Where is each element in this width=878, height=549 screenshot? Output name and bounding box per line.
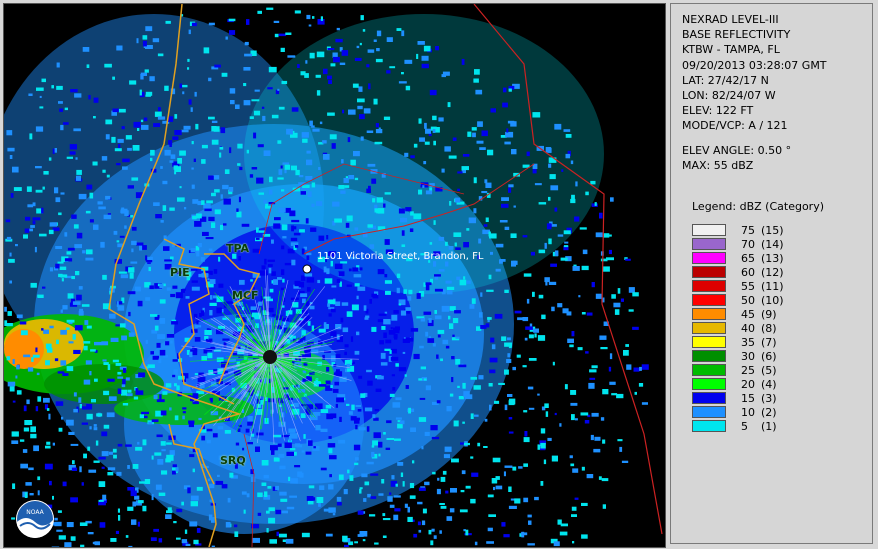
legend-category: (7) [761, 335, 777, 349]
legend-dbz: 15 [741, 391, 755, 405]
scan-datetime: 09/20/2013 03:28:07 GMT [682, 58, 827, 72]
legend-category: (14) [761, 237, 784, 251]
legend-category: (9) [761, 307, 777, 321]
legend-dbz: 75 [741, 223, 755, 237]
legend-row: 70 (14) [692, 237, 784, 251]
legend-dbz: 5 [741, 419, 748, 433]
legend-swatch [692, 420, 726, 432]
legend-dbz: 60 [741, 265, 755, 279]
legend-category: (15) [761, 223, 784, 237]
legend-category: (8) [761, 321, 777, 335]
city-label-pie: PIE [170, 266, 190, 279]
legend-row: 40 (8) [692, 321, 784, 335]
station-info: NEXRAD LEVEL-III BASE REFLECTIVITY KTBW … [682, 12, 827, 173]
legend-category: (2) [761, 405, 777, 419]
legend-row: 30 (6) [692, 349, 784, 363]
legend-dbz: 65 [741, 251, 755, 265]
legend-dbz: 25 [741, 363, 755, 377]
legend-swatch [692, 322, 726, 334]
legend-row: 10 (2) [692, 405, 784, 419]
legend-category: (5) [761, 363, 777, 377]
legend-dbz: 40 [741, 321, 755, 335]
legend-category: (10) [761, 293, 784, 307]
station-lon: LON: 82/24/07 W [682, 89, 776, 103]
city-label-tpa: TPA [226, 242, 250, 255]
legend-row: 45 (9) [692, 307, 784, 321]
radar-image [4, 4, 663, 547]
legend-row: 25 (5) [692, 363, 784, 377]
legend-row: 75 (15) [692, 223, 784, 237]
info-panel: NEXRAD LEVEL-III BASE REFLECTIVITY KTBW … [670, 3, 873, 544]
legend-swatch [692, 392, 726, 404]
city-label-srq: SRQ [220, 454, 246, 467]
legend-swatch [692, 406, 726, 418]
legend-dbz: 35 [741, 335, 755, 349]
legend-row: 5 (1) [692, 419, 784, 433]
legend-dbz: 55 [741, 279, 755, 293]
legend-category: (11) [761, 279, 784, 293]
station-name: KTBW - TAMPA, FL [682, 43, 780, 57]
city-label-mcf: MCF [232, 289, 259, 302]
legend-swatch [692, 350, 726, 362]
legend-swatch [692, 224, 726, 236]
station-lat: LAT: 27/42/17 N [682, 73, 769, 87]
legend-swatch [692, 266, 726, 278]
legend-dbz: 70 [741, 237, 755, 251]
product-type: BASE REFLECTIVITY [682, 28, 791, 42]
legend-category: (1) [761, 419, 777, 433]
legend-row: 15 (3) [692, 391, 784, 405]
legend-dbz: 45 [741, 307, 755, 321]
address-marker[interactable] [302, 264, 312, 274]
station-mode: MODE/VCP: A / 121 [682, 119, 788, 133]
legend-category: (12) [761, 265, 784, 279]
legend-dbz: 10 [741, 405, 755, 419]
legend-title: Legend: dBZ (Category) [692, 200, 824, 213]
legend-swatch [692, 294, 726, 306]
noaa-logo-text: NOAA [26, 509, 44, 516]
product-name: NEXRAD LEVEL-III [682, 13, 779, 26]
noaa-logo: NOAA [16, 500, 54, 538]
legend-row: 50 (10) [692, 293, 784, 307]
address-label: 1101 Victoria Street, Brandon, FL [317, 251, 484, 262]
legend-swatch [692, 280, 726, 292]
max-dbz: MAX: 55 dBZ [682, 158, 754, 172]
legend-swatch [692, 238, 726, 250]
legend-dbz: 50 [741, 293, 755, 307]
legend-row: 60 (12) [692, 265, 784, 279]
legend-swatch [692, 364, 726, 376]
legend-category: (6) [761, 349, 777, 363]
legend-swatch [692, 308, 726, 320]
legend-dbz: 30 [741, 349, 755, 363]
legend-row: 20 (4) [692, 377, 784, 391]
legend-category: (3) [761, 391, 777, 405]
legend-row: 65 (13) [692, 251, 784, 265]
legend-category: (4) [761, 377, 777, 391]
legend-category: (13) [761, 251, 784, 265]
legend-swatch [692, 378, 726, 390]
legend-row: 35 (7) [692, 335, 784, 349]
legend-swatch [692, 252, 726, 264]
legend-row: 55 (11) [692, 279, 784, 293]
legend-swatch [692, 336, 726, 348]
elev-angle: ELEV ANGLE: 0.50 ° [682, 143, 792, 157]
radar-map[interactable]: TPA PIE MCF SRQ 1101 Victoria Street, Br… [3, 3, 666, 548]
station-elev: ELEV: 122 FT [682, 104, 754, 118]
dbz-legend: 75 (15) 70 (14) 65 (13) 60 (12) 55 (11) 50 (10) 45 (9… [692, 223, 784, 433]
radar-site [263, 350, 277, 364]
legend-dbz: 20 [741, 377, 755, 391]
